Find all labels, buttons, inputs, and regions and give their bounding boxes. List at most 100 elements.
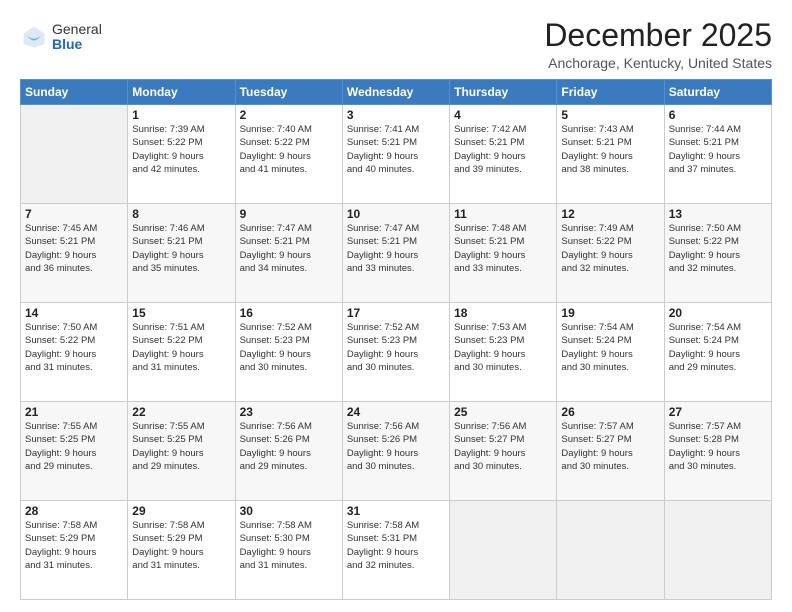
day-number: 12 bbox=[561, 207, 659, 221]
day-info: Sunrise: 7:57 AM Sunset: 5:28 PM Dayligh… bbox=[669, 420, 767, 473]
calendar-cell: 10Sunrise: 7:47 AM Sunset: 5:21 PM Dayli… bbox=[342, 204, 449, 303]
day-number: 4 bbox=[454, 108, 552, 122]
day-number: 26 bbox=[561, 405, 659, 419]
day-info: Sunrise: 7:46 AM Sunset: 5:21 PM Dayligh… bbox=[132, 222, 230, 275]
calendar-cell: 2Sunrise: 7:40 AM Sunset: 5:22 PM Daylig… bbox=[235, 105, 342, 204]
subtitle: Anchorage, Kentucky, United States bbox=[544, 55, 772, 71]
calendar-cell: 25Sunrise: 7:56 AM Sunset: 5:27 PM Dayli… bbox=[450, 402, 557, 501]
logo-icon bbox=[20, 23, 48, 51]
day-info: Sunrise: 7:55 AM Sunset: 5:25 PM Dayligh… bbox=[132, 420, 230, 473]
calendar-week-5: 28Sunrise: 7:58 AM Sunset: 5:29 PM Dayli… bbox=[21, 501, 772, 600]
calendar-cell: 9Sunrise: 7:47 AM Sunset: 5:21 PM Daylig… bbox=[235, 204, 342, 303]
day-number: 16 bbox=[240, 306, 338, 320]
day-info: Sunrise: 7:57 AM Sunset: 5:27 PM Dayligh… bbox=[561, 420, 659, 473]
calendar-cell: 4Sunrise: 7:42 AM Sunset: 5:21 PM Daylig… bbox=[450, 105, 557, 204]
calendar-cell: 28Sunrise: 7:58 AM Sunset: 5:29 PM Dayli… bbox=[21, 501, 128, 600]
day-info: Sunrise: 7:52 AM Sunset: 5:23 PM Dayligh… bbox=[240, 321, 338, 374]
day-number: 9 bbox=[240, 207, 338, 221]
day-number: 11 bbox=[454, 207, 552, 221]
day-info: Sunrise: 7:50 AM Sunset: 5:22 PM Dayligh… bbox=[25, 321, 123, 374]
calendar-header-wednesday: Wednesday bbox=[342, 80, 449, 105]
calendar-cell: 26Sunrise: 7:57 AM Sunset: 5:27 PM Dayli… bbox=[557, 402, 664, 501]
calendar-cell: 27Sunrise: 7:57 AM Sunset: 5:28 PM Dayli… bbox=[664, 402, 771, 501]
day-number: 31 bbox=[347, 504, 445, 518]
day-info: Sunrise: 7:56 AM Sunset: 5:27 PM Dayligh… bbox=[454, 420, 552, 473]
day-info: Sunrise: 7:50 AM Sunset: 5:22 PM Dayligh… bbox=[669, 222, 767, 275]
day-number: 25 bbox=[454, 405, 552, 419]
title-block: December 2025 Anchorage, Kentucky, Unite… bbox=[544, 18, 772, 71]
calendar-cell: 30Sunrise: 7:58 AM Sunset: 5:30 PM Dayli… bbox=[235, 501, 342, 600]
page: General Blue December 2025 Anchorage, Ke… bbox=[0, 0, 792, 612]
calendar-cell: 17Sunrise: 7:52 AM Sunset: 5:23 PM Dayli… bbox=[342, 303, 449, 402]
calendar-header-monday: Monday bbox=[128, 80, 235, 105]
day-number: 1 bbox=[132, 108, 230, 122]
calendar-table: SundayMondayTuesdayWednesdayThursdayFrid… bbox=[20, 79, 772, 600]
day-info: Sunrise: 7:52 AM Sunset: 5:23 PM Dayligh… bbox=[347, 321, 445, 374]
day-info: Sunrise: 7:58 AM Sunset: 5:31 PM Dayligh… bbox=[347, 519, 445, 572]
calendar-header-sunday: Sunday bbox=[21, 80, 128, 105]
day-number: 28 bbox=[25, 504, 123, 518]
day-number: 20 bbox=[669, 306, 767, 320]
day-info: Sunrise: 7:56 AM Sunset: 5:26 PM Dayligh… bbox=[240, 420, 338, 473]
day-info: Sunrise: 7:48 AM Sunset: 5:21 PM Dayligh… bbox=[454, 222, 552, 275]
calendar-cell: 21Sunrise: 7:55 AM Sunset: 5:25 PM Dayli… bbox=[21, 402, 128, 501]
day-info: Sunrise: 7:54 AM Sunset: 5:24 PM Dayligh… bbox=[669, 321, 767, 374]
calendar-cell: 20Sunrise: 7:54 AM Sunset: 5:24 PM Dayli… bbox=[664, 303, 771, 402]
logo-blue-text: Blue bbox=[52, 37, 102, 52]
header: General Blue December 2025 Anchorage, Ke… bbox=[20, 18, 772, 71]
calendar-cell bbox=[450, 501, 557, 600]
calendar-cell: 6Sunrise: 7:44 AM Sunset: 5:21 PM Daylig… bbox=[664, 105, 771, 204]
day-number: 8 bbox=[132, 207, 230, 221]
day-number: 5 bbox=[561, 108, 659, 122]
day-number: 29 bbox=[132, 504, 230, 518]
calendar-cell: 18Sunrise: 7:53 AM Sunset: 5:23 PM Dayli… bbox=[450, 303, 557, 402]
day-number: 3 bbox=[347, 108, 445, 122]
day-info: Sunrise: 7:47 AM Sunset: 5:21 PM Dayligh… bbox=[240, 222, 338, 275]
day-info: Sunrise: 7:58 AM Sunset: 5:30 PM Dayligh… bbox=[240, 519, 338, 572]
calendar-cell: 5Sunrise: 7:43 AM Sunset: 5:21 PM Daylig… bbox=[557, 105, 664, 204]
calendar-cell: 23Sunrise: 7:56 AM Sunset: 5:26 PM Dayli… bbox=[235, 402, 342, 501]
day-number: 23 bbox=[240, 405, 338, 419]
day-info: Sunrise: 7:47 AM Sunset: 5:21 PM Dayligh… bbox=[347, 222, 445, 275]
calendar-cell: 3Sunrise: 7:41 AM Sunset: 5:21 PM Daylig… bbox=[342, 105, 449, 204]
calendar-week-1: 1Sunrise: 7:39 AM Sunset: 5:22 PM Daylig… bbox=[21, 105, 772, 204]
calendar-cell: 8Sunrise: 7:46 AM Sunset: 5:21 PM Daylig… bbox=[128, 204, 235, 303]
calendar-week-2: 7Sunrise: 7:45 AM Sunset: 5:21 PM Daylig… bbox=[21, 204, 772, 303]
logo-text: General Blue bbox=[52, 22, 102, 53]
day-info: Sunrise: 7:43 AM Sunset: 5:21 PM Dayligh… bbox=[561, 123, 659, 176]
calendar-header-friday: Friday bbox=[557, 80, 664, 105]
calendar-header-saturday: Saturday bbox=[664, 80, 771, 105]
calendar-cell bbox=[664, 501, 771, 600]
day-info: Sunrise: 7:42 AM Sunset: 5:21 PM Dayligh… bbox=[454, 123, 552, 176]
calendar-cell: 24Sunrise: 7:56 AM Sunset: 5:26 PM Dayli… bbox=[342, 402, 449, 501]
day-number: 21 bbox=[25, 405, 123, 419]
logo: General Blue bbox=[20, 22, 102, 53]
calendar-cell: 22Sunrise: 7:55 AM Sunset: 5:25 PM Dayli… bbox=[128, 402, 235, 501]
calendar-week-4: 21 Sunrise: 7:55 AM Sunset: 5:25 PM Dayli… bbox=[21, 402, 772, 501]
calendar-week-3: 14Sunrise: 7:50 AM Sunset: 5:22 PM Dayli… bbox=[21, 303, 772, 402]
day-number: 18 bbox=[454, 306, 552, 320]
day-info: Sunrise: 7:58 AM Sunset: 5:29 PM Dayligh… bbox=[132, 519, 230, 572]
calendar-cell: 14Sunrise: 7:50 AM Sunset: 5:22 PM Dayli… bbox=[21, 303, 128, 402]
calendar-cell bbox=[557, 501, 664, 600]
calendar-cell: 31Sunrise: 7:58 AM Sunset: 5:31 PM Dayli… bbox=[342, 501, 449, 600]
day-number: 17 bbox=[347, 306, 445, 320]
calendar-cell: 13Sunrise: 7:50 AM Sunset: 5:22 PM Dayli… bbox=[664, 204, 771, 303]
day-number: 10 bbox=[347, 207, 445, 221]
calendar-cell: 16Sunrise: 7:52 AM Sunset: 5:23 PM Dayli… bbox=[235, 303, 342, 402]
day-info: Sunrise: 7:53 AM Sunset: 5:23 PM Dayligh… bbox=[454, 321, 552, 374]
calendar-cell: 12Sunrise: 7:49 AM Sunset: 5:22 PM Dayli… bbox=[557, 204, 664, 303]
day-number: 15 bbox=[132, 306, 230, 320]
day-number: 7 bbox=[25, 207, 123, 221]
day-info: Sunrise: 7:40 AM Sunset: 5:22 PM Dayligh… bbox=[240, 123, 338, 176]
main-title: December 2025 bbox=[544, 18, 772, 53]
day-number: 19 bbox=[561, 306, 659, 320]
calendar-header-row: SundayMondayTuesdayWednesdayThursdayFrid… bbox=[21, 80, 772, 105]
day-info: Sunrise: 7:44 AM Sunset: 5:21 PM Dayligh… bbox=[669, 123, 767, 176]
day-info: Sunrise: 7:39 AM Sunset: 5:22 PM Dayligh… bbox=[132, 123, 230, 176]
day-number: 30 bbox=[240, 504, 338, 518]
day-number: 27 bbox=[669, 405, 767, 419]
day-info: Sunrise: 7:58 AM Sunset: 5:29 PM Dayligh… bbox=[25, 519, 123, 572]
day-info: Sunrise: 7:41 AM Sunset: 5:21 PM Dayligh… bbox=[347, 123, 445, 176]
day-info: Sunrise: 7:49 AM Sunset: 5:22 PM Dayligh… bbox=[561, 222, 659, 275]
